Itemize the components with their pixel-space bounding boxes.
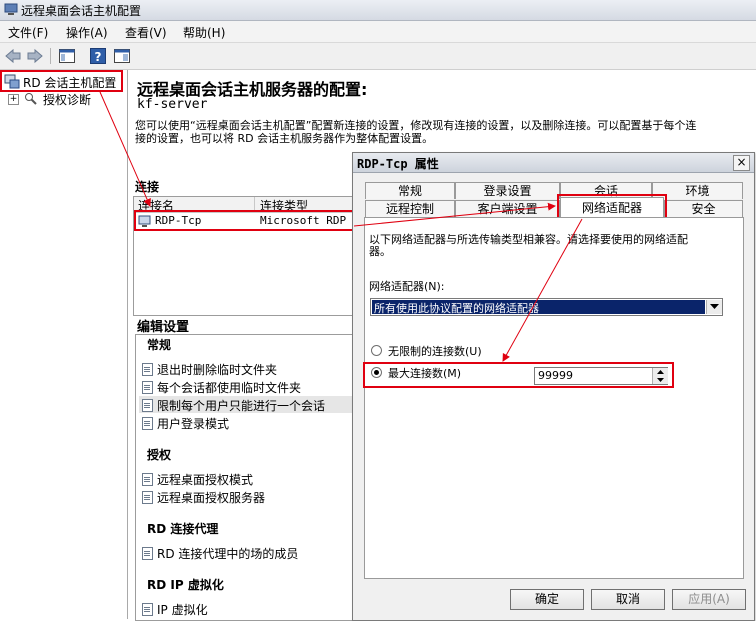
tab-panel <box>364 217 744 579</box>
group-licensing: 授权 <box>147 448 172 462</box>
highlight-box-tree <box>0 70 123 92</box>
tab-client-settings[interactable]: 客户端设置 <box>455 200 560 217</box>
setting-license-server[interactable]: 远程桌面授权服务器 <box>142 489 265 506</box>
setting-doc-icon <box>142 547 153 560</box>
app-icon <box>4 3 18 15</box>
toolbar-separator <box>50 48 51 64</box>
adapter-select[interactable]: 所有使用此协议配置的网络适配器 <box>370 298 723 316</box>
setting-label: 限制每个用户只能进行一个会话 <box>157 399 326 413</box>
radio-unlimited[interactable] <box>371 345 382 356</box>
edit-settings-heading: 编辑设置 <box>137 320 190 335</box>
menu-file[interactable]: 文件(F) <box>8 24 48 41</box>
help-icon[interactable]: ? <box>89 47 107 65</box>
server-name: kf-server <box>137 97 208 112</box>
dropdown-button[interactable] <box>706 300 722 314</box>
group-ip-virtualization: RD IP 虚拟化 <box>147 578 224 592</box>
setting-doc-icon <box>142 363 153 376</box>
group-connection-broker: RD 连接代理 <box>147 522 219 536</box>
menu-action[interactable]: 操作(A) <box>66 24 108 41</box>
setting-ip-virtualization[interactable]: IP 虚拟化 <box>142 601 208 618</box>
setting-doc-icon <box>142 603 153 616</box>
adapter-select-value: 所有使用此协议配置的网络适配器 <box>374 302 539 315</box>
svg-text:?: ? <box>95 50 102 64</box>
highlight-box-max-connections <box>363 362 674 388</box>
setting-single-session-per-user[interactable]: 限制每个用户只能进行一个会话 <box>142 397 325 414</box>
description-line-2: 接的设置，也可以将 RD 会话主机服务器作为整体配置设置。 <box>135 132 434 145</box>
expand-toggle[interactable]: + <box>8 94 19 105</box>
chevron-down-icon <box>710 304 719 309</box>
menu-view[interactable]: 查看(V) <box>125 24 167 41</box>
console-tree: RD 会话主机配置 + 授权诊断 <box>0 70 128 619</box>
setting-label: 远程桌面授权服务器 <box>157 491 266 505</box>
diagnostics-icon <box>25 93 37 105</box>
setting-doc-icon <box>142 399 153 412</box>
group-general: 常规 <box>147 338 172 352</box>
tree-item-licensing-diagnosis[interactable]: 授权诊断 <box>43 91 91 108</box>
properties-dialog: RDP-Tcp 属性 × 常规 登录设置 会话 环境 远程控制 客户端设置 网络… <box>352 152 755 621</box>
action-pane-icon[interactable] <box>113 47 131 65</box>
menu-help[interactable]: 帮助(H) <box>183 24 225 41</box>
adapter-description-line-2: 器。 <box>369 245 391 258</box>
console-tree-icon[interactable] <box>58 47 76 65</box>
back-arrow-icon[interactable] <box>4 47 22 65</box>
dialog-title-bar: RDP-Tcp 属性 × <box>353 153 754 173</box>
dialog-close-button[interactable]: × <box>733 155 750 171</box>
forward-arrow-icon[interactable] <box>26 47 44 65</box>
dialog-title: RDP-Tcp 属性 <box>357 157 439 171</box>
ok-button[interactable]: 确定 <box>510 589 584 610</box>
adapter-description-line-1: 以下网络适配器与所选传输类型相兼容。请选择要使用的网络适配 <box>369 233 688 246</box>
setting-delete-temp-on-exit[interactable]: 退出时删除临时文件夹 <box>142 361 277 378</box>
adapter-label: 网络适配器(N): <box>369 280 445 293</box>
setting-label: RD 连接代理中的场的成员 <box>157 547 299 561</box>
setting-doc-icon <box>142 473 153 486</box>
window-title: 远程桌面会话主机配置 <box>21 4 142 18</box>
connections-heading: 连接 <box>135 180 160 194</box>
setting-label: 每个会话都使用临时文件夹 <box>157 381 302 395</box>
setting-temp-per-session[interactable]: 每个会话都使用临时文件夹 <box>142 379 301 396</box>
menu-bar: 文件(F) 操作(A) 查看(V) 帮助(H) <box>0 21 756 43</box>
tab-remote-control[interactable]: 远程控制 <box>365 200 455 217</box>
tab-security[interactable]: 安全 <box>664 200 743 217</box>
setting-doc-icon <box>142 381 153 394</box>
radio-unlimited-label: 无限制的连接数(U) <box>388 345 482 358</box>
setting-doc-icon <box>142 417 153 430</box>
tab-general[interactable]: 常规 <box>365 182 455 199</box>
setting-label: IP 虚拟化 <box>157 603 208 617</box>
setting-label: 远程桌面授权模式 <box>157 473 254 487</box>
window-title-bar: 远程桌面会话主机配置 <box>0 0 756 21</box>
apply-button[interactable]: 应用(A) <box>672 589 746 610</box>
setting-user-logon-mode[interactable]: 用户登录模式 <box>142 415 229 432</box>
tab-logon-settings[interactable]: 登录设置 <box>455 182 560 199</box>
setting-label: 退出时删除临时文件夹 <box>157 363 278 377</box>
highlight-box-connection <box>134 210 354 231</box>
setting-label: 用户登录模式 <box>157 417 230 431</box>
setting-licensing-mode[interactable]: 远程桌面授权模式 <box>142 471 253 488</box>
toolbar: ? <box>0 43 756 70</box>
cancel-button[interactable]: 取消 <box>591 589 665 610</box>
setting-broker-farm-member[interactable]: RD 连接代理中的场的成员 <box>142 545 298 562</box>
setting-doc-icon <box>142 491 153 504</box>
